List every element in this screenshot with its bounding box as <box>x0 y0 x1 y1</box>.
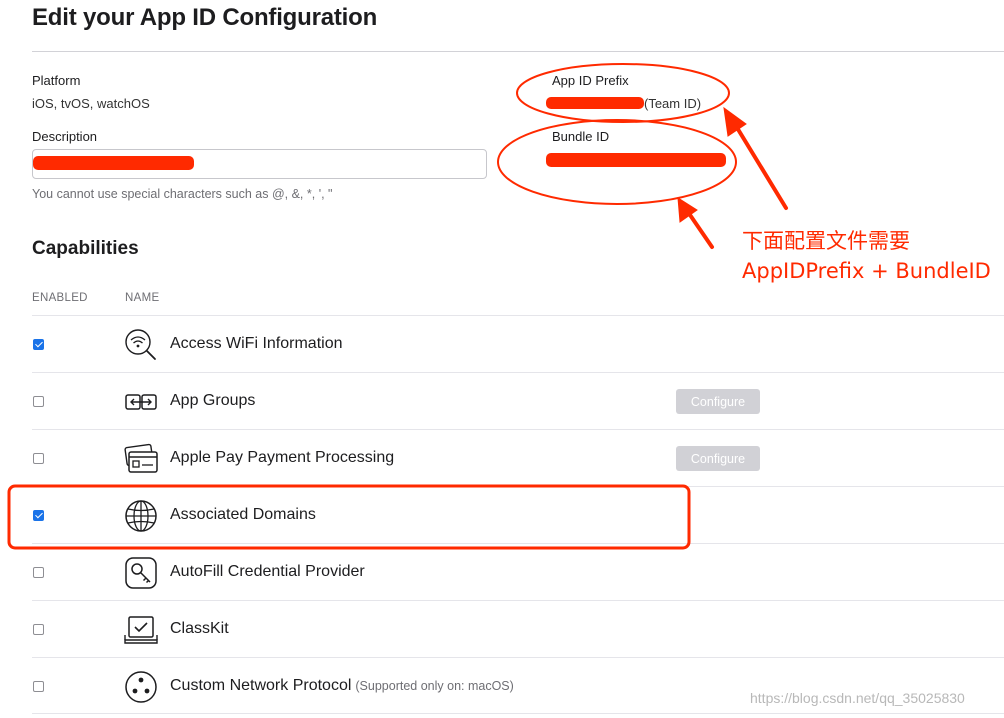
app-groups-icon <box>125 394 157 410</box>
capability-name: Custom Network Protocol (Supported only o… <box>170 677 514 695</box>
capability-name: Apple Pay Payment Processing <box>170 449 395 466</box>
watermark: https://blog.csdn.net/qq_35025830 <box>750 690 965 706</box>
enabled-checkbox[interactable] <box>33 339 44 350</box>
capability-name: ClassKit <box>170 620 229 637</box>
annotation-text: 下面配置文件需要 AppIDPrefix + BundleID <box>742 226 991 286</box>
enabled-checkbox[interactable] <box>33 396 44 407</box>
wallet-card-icon <box>124 443 158 473</box>
column-header-name: NAME <box>125 292 160 304</box>
description-hint: You cannot use special characters such a… <box>32 187 333 201</box>
capability-row-associated-domains: Associated Domains <box>32 486 1004 543</box>
capability-name: Access WiFi Information <box>170 335 343 352</box>
annotation-arrow-to-prefix <box>723 106 788 210</box>
page-title: Edit your App ID Configuration <box>32 4 378 31</box>
description-label: Description <box>32 129 98 144</box>
title-divider <box>32 51 1004 52</box>
enabled-checkbox[interactable] <box>33 681 44 692</box>
annotation-text-line2: AppIDPrefix + BundleID <box>742 259 991 283</box>
capability-note: (Supported only on: macOS) <box>355 679 514 693</box>
enabled-checkbox[interactable] <box>33 624 44 635</box>
app-id-prefix-redaction <box>546 97 644 109</box>
bundle-id-label: Bundle ID <box>552 129 610 144</box>
globe-icon <box>125 500 157 532</box>
capability-name: Associated Domains <box>170 506 316 523</box>
team-id-suffix: (Team ID) <box>644 96 702 111</box>
capability-name: AutoFill Credential Provider <box>170 563 365 580</box>
capability-row-app-groups: App Groups Configure <box>32 372 1004 429</box>
key-icon <box>125 557 157 589</box>
classkit-icon <box>124 616 158 644</box>
description-redaction <box>33 156 194 170</box>
bundle-id-redaction <box>546 153 726 167</box>
capability-row-autofill: AutoFill Credential Provider <box>32 543 1004 600</box>
configure-button[interactable]: Configure <box>676 389 760 414</box>
network-protocol-icon <box>125 671 157 703</box>
enabled-checkbox[interactable] <box>33 567 44 578</box>
capabilities-title: Capabilities <box>32 238 139 259</box>
configure-button[interactable]: Configure <box>676 446 760 471</box>
capability-name-text: Custom Network Protocol <box>170 677 352 694</box>
enabled-checkbox[interactable] <box>33 510 44 521</box>
column-header-enabled: ENABLED <box>32 292 88 304</box>
capability-name: App Groups <box>170 392 256 409</box>
annotation-text-line1: 下面配置文件需要 <box>742 229 910 253</box>
enabled-checkbox[interactable] <box>33 453 44 464</box>
platform-value: iOS, tvOS, watchOS <box>32 96 150 111</box>
wifi-search-icon <box>125 329 156 360</box>
capability-row-classkit: ClassKit <box>32 600 1004 657</box>
platform-label: Platform <box>32 73 81 88</box>
capability-row-access-wifi: Access WiFi Information <box>32 315 1004 372</box>
annotation-arrow-to-bundle-id <box>677 197 714 249</box>
app-id-prefix-label: App ID Prefix <box>552 73 629 88</box>
capability-row-apple-pay: Apple Pay Payment Processing Configure <box>32 429 1004 486</box>
